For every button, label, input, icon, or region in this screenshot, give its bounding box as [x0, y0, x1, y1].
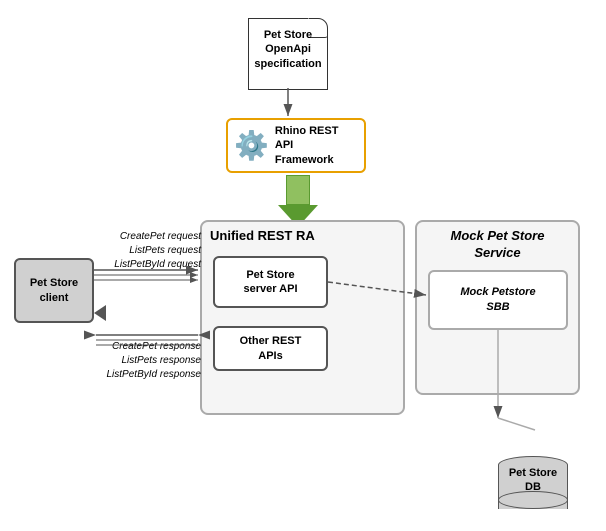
petstore-db-label: Pet StoreDB	[498, 466, 568, 495]
openapi-doc: Pet Store OpenApi specification	[248, 10, 338, 90]
petstore-db: Pet StoreDB	[498, 456, 568, 509]
petstore-server-api-label: Pet Storeserver API	[243, 268, 297, 297]
unified-rest-ra-box	[200, 220, 405, 415]
other-rest-apis-label: Other RESTAPIs	[240, 334, 302, 363]
rhino-label: Rhino REST APIFramework	[275, 124, 358, 167]
mock-sbb-label: Mock PetstoreSBB	[460, 285, 535, 316]
petstore-client-box: Pet Storeclient	[14, 258, 94, 323]
petstore-server-api-box: Pet Storeserver API	[213, 256, 328, 308]
unified-rest-ra-label: Unified REST RA	[210, 228, 315, 243]
openapi-doc-label: Pet Store OpenApi specification	[248, 28, 328, 71]
request-arrows-label: CreatePet requestListPets requestListPet…	[96, 230, 201, 272]
other-rest-apis-box: Other RESTAPIs	[213, 326, 328, 371]
response-arrows-label: CreatePet responseListPets responseListP…	[96, 340, 201, 382]
response-arrow-head	[94, 305, 106, 321]
gear-icon: ⚙️	[234, 129, 269, 162]
mock-service-label: Mock Pet StoreService	[425, 228, 570, 262]
rhino-framework-box: ⚙️ Rhino REST APIFramework	[226, 118, 366, 173]
petstore-client-label: Pet Storeclient	[30, 276, 78, 305]
mock-sbb-box: Mock PetstoreSBB	[428, 270, 568, 330]
architecture-diagram: Pet Store OpenApi specification ⚙️ Rhino…	[0, 0, 606, 531]
